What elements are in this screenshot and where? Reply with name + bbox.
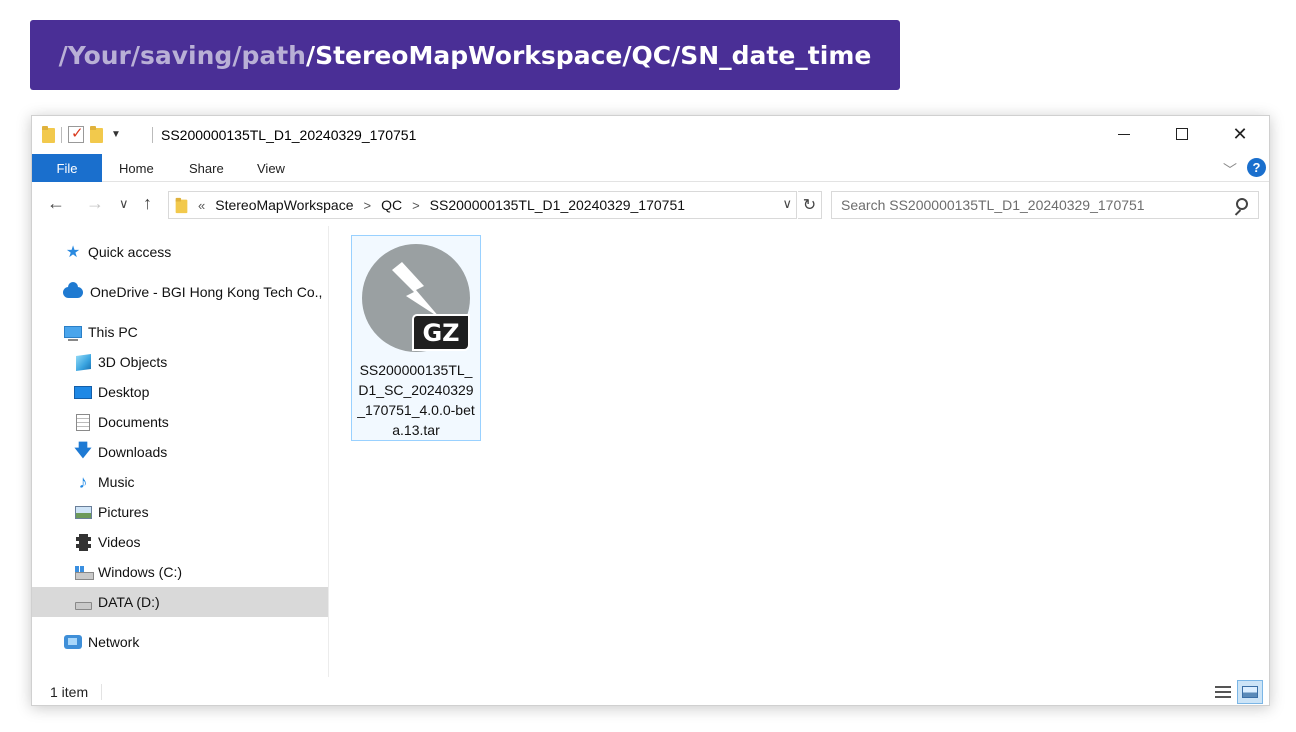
- nav-item-pictures[interactable]: Pictures: [74, 497, 149, 527]
- tab-home[interactable]: Home: [119, 154, 154, 182]
- properties-icon[interactable]: [68, 124, 84, 143]
- large-icons-view-icon[interactable]: [1237, 680, 1263, 704]
- music-note-icon: ♪: [78, 471, 88, 492]
- close-icon: ✕: [1232, 123, 1248, 144]
- refresh-icon: ↻: [802, 197, 817, 214]
- star-icon: ★: [65, 244, 81, 261]
- nav-item-documents[interactable]: Documents: [74, 407, 169, 437]
- nav-item-videos[interactable]: Videos: [74, 527, 141, 557]
- nav-item-label: Videos: [98, 534, 141, 550]
- expand-ribbon-chevron-icon[interactable]: ﹀: [1223, 160, 1237, 180]
- windows-drive-icon: [74, 563, 94, 581]
- tab-file[interactable]: File: [32, 154, 102, 182]
- search-icon[interactable]: [1236, 198, 1248, 210]
- tab-view[interactable]: View: [257, 154, 285, 182]
- new-folder-icon[interactable]: [90, 126, 103, 143]
- search-box[interactable]: Search SS200000135TL_D1_20240329_170751: [831, 191, 1259, 219]
- cloud-icon: [62, 281, 84, 301]
- divider: [101, 684, 102, 700]
- gz-archive-icon: GZ: [362, 244, 472, 354]
- save-path-banner: /Your/saving/path/StereoMapWorkspace/QC/…: [30, 20, 900, 90]
- forward-arrow-icon[interactable]: →: [86, 193, 104, 214]
- nav-item-label: Documents: [98, 414, 169, 430]
- back-arrow-icon[interactable]: ←: [47, 193, 65, 214]
- item-count: 1 item: [50, 684, 89, 700]
- breadcrumb-qc[interactable]: QC: [381, 197, 402, 213]
- desktop-icon: [74, 383, 92, 401]
- folder-icon: [175, 197, 188, 213]
- nav-item-label: Downloads: [98, 444, 168, 460]
- minimize-icon: [1118, 133, 1130, 135]
- file-explorer-window: ▼ SS200000135TL_D1_20240329_170751 ✕ Fil…: [31, 115, 1270, 706]
- file-list: GZ SS200000135TL_D1_SC_20240329_170751_4…: [330, 226, 1270, 677]
- computer-icon: [64, 323, 82, 341]
- nav-item-music[interactable]: ♪ Music: [74, 467, 135, 497]
- nav-item-quick-access[interactable]: ★ Quick access: [64, 237, 171, 267]
- lightning-bolt-icon: [392, 262, 440, 318]
- maximize-icon: [1176, 128, 1188, 140]
- maximize-button[interactable]: [1153, 116, 1211, 152]
- breadcrumb-separator-icon[interactable]: >: [363, 198, 371, 213]
- nav-item-label: Windows (C:): [98, 564, 183, 580]
- nav-item-label: Pictures: [98, 504, 149, 520]
- close-button[interactable]: ✕: [1211, 116, 1269, 152]
- film-strip-icon: [74, 533, 92, 551]
- window-controls: ✕: [1095, 116, 1269, 152]
- minimize-button[interactable]: [1095, 116, 1153, 152]
- up-arrow-icon[interactable]: ↑: [143, 193, 152, 214]
- file-name: SS200000135TL_D1_SC_20240329_170751_4.0.…: [357, 362, 475, 438]
- nav-item-label: OneDrive - BGI Hong Kong Tech Co.,: [90, 284, 323, 300]
- customize-toolbar-chevron-icon[interactable]: ▼: [111, 129, 121, 140]
- gz-badge: GZ: [412, 314, 470, 351]
- download-icon: 🡇: [74, 440, 92, 460]
- window-title: SS200000135TL_D1_20240329_170751: [151, 127, 417, 143]
- nav-item-label: 3D Objects: [98, 354, 168, 370]
- file-item[interactable]: GZ SS200000135TL_D1_SC_20240329_170751_4…: [351, 235, 481, 441]
- breadcrumb-separator-icon[interactable]: >: [412, 198, 420, 213]
- ribbon-tabs: File Home Share View ﹀ ?: [32, 154, 1269, 182]
- breadcrumb-current-folder[interactable]: SS200000135TL_D1_20240329_170751: [430, 197, 685, 213]
- tab-share[interactable]: Share: [189, 154, 224, 182]
- refresh-button[interactable]: ↻: [798, 191, 822, 219]
- network-icon: [64, 633, 82, 651]
- nav-item-this-pc[interactable]: This PC: [64, 317, 138, 347]
- nav-item-onedrive[interactable]: OneDrive - BGI Hong Kong Tech Co.,: [62, 277, 322, 307]
- nav-item-label: DATA (D:): [98, 594, 160, 610]
- picture-icon: [74, 503, 92, 521]
- address-dropdown-chevron-icon[interactable]: ∨: [782, 196, 792, 212]
- drive-icon: [74, 593, 92, 611]
- nav-item-network[interactable]: Network: [64, 627, 139, 657]
- nav-item-label: Network: [88, 634, 140, 650]
- breadcrumb-overflow[interactable]: «: [198, 198, 205, 213]
- nav-item-label: Music: [98, 474, 135, 490]
- path-suffix: /StereoMapWorkspace/QC/SN_date_time: [305, 40, 872, 70]
- folder-icon: [42, 126, 55, 143]
- document-icon: [74, 413, 92, 431]
- search-placeholder: Search SS200000135TL_D1_20240329_170751: [841, 197, 1145, 213]
- nav-item-label: Quick access: [88, 244, 172, 260]
- help-icon[interactable]: ?: [1247, 158, 1266, 177]
- divider: [61, 126, 62, 143]
- path-prefix: /Your/saving/path: [58, 40, 306, 70]
- nav-item-label: Desktop: [98, 384, 150, 400]
- nav-item-label: This PC: [88, 324, 138, 340]
- title-bar: ▼ SS200000135TL_D1_20240329_170751 ✕: [32, 116, 1269, 154]
- nav-item-data-d[interactable]: DATA (D:): [32, 587, 328, 617]
- cube-icon: [74, 353, 92, 371]
- recent-locations-chevron-icon[interactable]: ∨: [119, 196, 129, 212]
- quick-access-toolbar: ▼: [42, 124, 121, 143]
- navigation-bar: ← → ∨ ↑ « StereoMapWorkspace > QC > SS20…: [32, 183, 1269, 223]
- nav-item-3d-objects[interactable]: 3D Objects: [74, 347, 167, 377]
- nav-item-windows-c[interactable]: Windows (C:): [74, 557, 182, 587]
- nav-item-desktop[interactable]: Desktop: [74, 377, 149, 407]
- navigation-pane: ★ Quick access OneDrive - BGI Hong Kong …: [32, 226, 329, 677]
- breadcrumb-stereomapworkspace[interactable]: StereoMapWorkspace: [215, 197, 353, 213]
- details-view-icon[interactable]: [1213, 682, 1233, 702]
- nav-item-downloads[interactable]: 🡇 Downloads: [74, 437, 167, 467]
- address-bar[interactable]: « StereoMapWorkspace > QC > SS200000135T…: [168, 191, 797, 219]
- status-bar: 1 item: [32, 677, 1269, 707]
